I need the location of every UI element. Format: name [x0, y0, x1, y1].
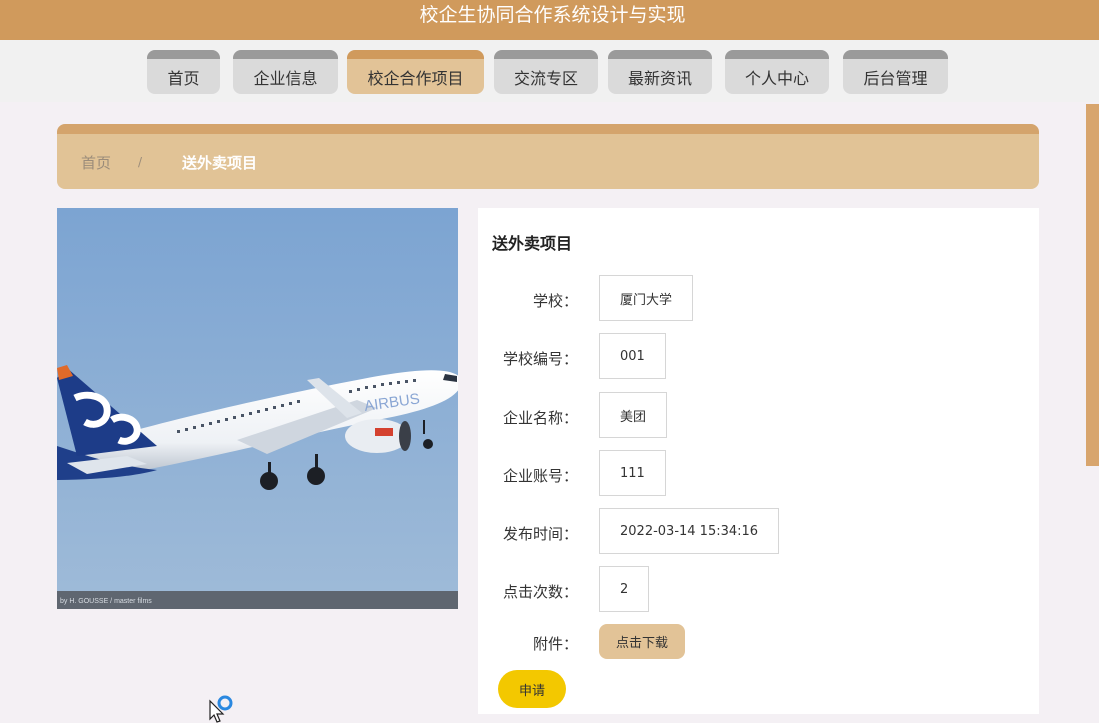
- nav-item-home[interactable]: 首页: [147, 50, 220, 94]
- publish-time-label: 发布时间：: [502, 525, 578, 543]
- attachment-label: 附件：: [532, 635, 578, 653]
- app-header: 校企生协同合作系统设计与实现: [0, 0, 1099, 40]
- breadcrumb-home-link[interactable]: 首页: [81, 152, 111, 173]
- school-field: 厦门大学: [599, 275, 694, 321]
- app-title: 校企生协同合作系统设计与实现: [419, 4, 686, 26]
- nav-item-company-info[interactable]: 企业信息: [233, 50, 338, 94]
- company-account-field: 111: [599, 450, 666, 496]
- project-image: AIRBUS by H. GOUSSE / master films: [57, 208, 458, 609]
- project-title: 送外卖项目: [492, 234, 573, 253]
- company-name-field: 美团: [599, 392, 668, 438]
- photo-credit: by H. GOUSSE / master films: [60, 598, 152, 605]
- mouse-pointer-busy-icon: [209, 695, 233, 723]
- click-count-label: 点击次数：: [502, 583, 578, 601]
- publish-time-field: 2022-03-14 15:34:16: [599, 508, 780, 554]
- breadcrumb-separator: /: [138, 155, 143, 169]
- main-nav: 首页 企业信息 校企合作项目 交流专区 最新资讯 个人中心 后台管理: [0, 40, 1099, 102]
- company-account-label: 企业账号：: [502, 467, 578, 485]
- project-detail-panel: 送外卖项目 学校： 厦门大学 学校编号： 001 企业名称： 美团 企业账号： …: [478, 208, 1039, 714]
- apply-button[interactable]: 申请: [498, 670, 566, 708]
- side-decor-strip: [1086, 104, 1099, 466]
- school-label: 学校：: [532, 292, 578, 310]
- nav-item-admin[interactable]: 后台管理: [843, 50, 948, 94]
- breadcrumb-current: 送外卖项目: [182, 154, 258, 172]
- nav-item-personal-center[interactable]: 个人中心: [725, 50, 829, 94]
- company-name-label: 企业名称：: [502, 409, 578, 427]
- click-count-field: 2: [599, 566, 650, 612]
- nav-item-cooperation-projects[interactable]: 校企合作项目: [347, 50, 484, 94]
- download-button[interactable]: 点击下载: [599, 624, 685, 659]
- breadcrumb: 首页 / 送外卖项目: [57, 124, 1039, 189]
- nav-item-latest-news[interactable]: 最新资讯: [608, 50, 712, 94]
- airplane-illustration: AIRBUS by H. GOUSSE / master films: [57, 208, 458, 609]
- school-id-label: 学校编号：: [502, 350, 578, 368]
- school-id-field: 001: [599, 333, 666, 379]
- nav-item-exchange-zone[interactable]: 交流专区: [494, 50, 598, 94]
